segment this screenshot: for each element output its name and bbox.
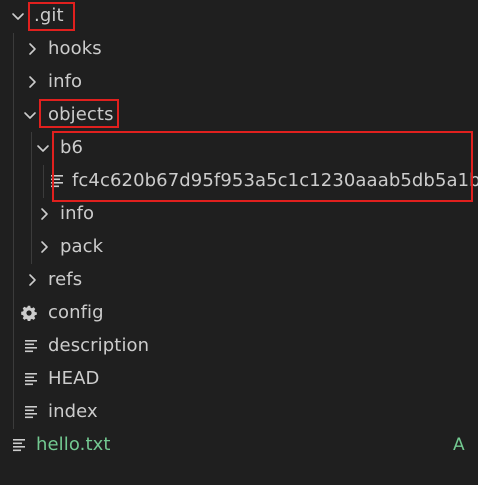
- tree-item-git-folder[interactable]: .git: [0, 0, 478, 33]
- file-lines-icon: [11, 437, 27, 453]
- folder-label-refs: refs: [48, 269, 83, 290]
- tree-item-pack[interactable]: pack: [0, 231, 478, 264]
- gear-icon: [21, 305, 37, 321]
- folder-label-objects-info: info: [60, 203, 95, 224]
- tree-item-objects[interactable]: objects: [0, 99, 478, 132]
- file-label-config: config: [48, 302, 104, 323]
- folder-label-git: .git: [34, 5, 64, 26]
- file-label-head: HEAD: [48, 368, 100, 389]
- tree-item-hooks[interactable]: hooks: [0, 33, 478, 66]
- tree-item-head[interactable]: HEAD: [0, 363, 478, 396]
- file-lines-icon: [49, 173, 65, 189]
- tree-item-info[interactable]: info: [0, 66, 478, 99]
- tree-item-b6[interactable]: b6: [0, 132, 478, 165]
- chevron-right-icon: [24, 272, 40, 288]
- chevron-right-icon: [24, 41, 40, 57]
- chevron-down-icon: [22, 107, 38, 123]
- tree-item-index[interactable]: index: [0, 396, 478, 429]
- chevron-down-icon: [10, 8, 26, 24]
- file-label-object: fc4c620b67d95f953a5c1c1230aaab5db5a1b0: [72, 170, 478, 191]
- tree-item-hello-txt[interactable]: hello.txt A: [0, 429, 478, 462]
- tree-item-objects-info[interactable]: info: [0, 198, 478, 231]
- chevron-down-icon: [35, 140, 51, 156]
- folder-label-b6: b6: [60, 137, 84, 158]
- folder-label-info: info: [48, 71, 83, 92]
- chevron-right-icon: [36, 206, 52, 222]
- file-label-hello-txt: hello.txt: [36, 434, 111, 455]
- folder-label-hooks: hooks: [48, 38, 102, 59]
- file-lines-icon: [23, 338, 39, 354]
- file-explorer-tree: .git hooks info objects b6 fc4c620b67d95…: [0, 0, 478, 485]
- tree-item-config[interactable]: config: [0, 297, 478, 330]
- tree-item-object-file[interactable]: fc4c620b67d95f953a5c1c1230aaab5db5a1b0: [0, 165, 478, 198]
- file-lines-icon: [23, 371, 39, 387]
- file-lines-icon: [23, 404, 39, 420]
- file-label-index: index: [48, 401, 98, 422]
- folder-label-pack: pack: [60, 236, 104, 257]
- git-status-badge: A: [453, 435, 465, 455]
- tree-item-description[interactable]: description: [0, 330, 478, 363]
- tree-item-refs[interactable]: refs: [0, 264, 478, 297]
- folder-label-objects: objects: [48, 104, 114, 125]
- chevron-right-icon: [36, 239, 52, 255]
- chevron-right-icon: [24, 74, 40, 90]
- file-label-description: description: [48, 335, 150, 356]
